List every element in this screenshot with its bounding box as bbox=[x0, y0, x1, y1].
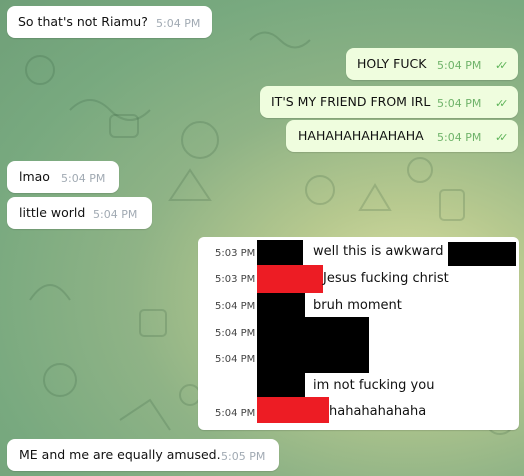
redaction-box bbox=[257, 240, 303, 266]
message-time: 5:04 PM bbox=[437, 58, 482, 72]
message-time: 5:05 PM bbox=[221, 449, 266, 463]
message-time: 5:04 PM bbox=[93, 207, 138, 221]
line-time: 5:03 PM bbox=[215, 274, 256, 285]
line-text: hahahahahaha bbox=[329, 404, 427, 419]
double-check-icon: ✓✓ bbox=[495, 130, 509, 144]
double-check-icon: ✓✓ bbox=[495, 96, 509, 110]
line-time: 5:04 PM bbox=[215, 301, 256, 312]
message-bubble-incoming[interactable]: lmao 5:04 PM bbox=[7, 161, 119, 193]
redaction-box bbox=[448, 242, 516, 266]
embedded-screenshot-image[interactable]: 5:03 PM 5:03 PM 5:04 PM 5:04 PM 5:04 PM … bbox=[198, 237, 519, 430]
redaction-box bbox=[257, 397, 329, 423]
line-text: Jesus fucking christ bbox=[323, 271, 449, 286]
line-text: im not fucking you bbox=[313, 378, 435, 393]
message-text: So that's not Riamu? bbox=[18, 14, 148, 30]
double-check-icon: ✓✓ bbox=[495, 58, 509, 72]
message-bubble-incoming[interactable]: ME and me are equally amused. 5:05 PM bbox=[7, 439, 279, 471]
message-text: IT'S MY FRIEND FROM IRL bbox=[271, 94, 431, 110]
message-bubble-incoming[interactable]: little world 5:04 PM bbox=[7, 197, 152, 229]
line-time: 5:04 PM bbox=[215, 408, 256, 419]
message-bubble-outgoing[interactable]: HAHAHAHAHAHAHA 5:04 PM ✓✓ bbox=[286, 120, 518, 152]
message-bubble-incoming[interactable]: So that's not Riamu? 5:04 PM bbox=[7, 6, 212, 38]
message-text: HOLY FUCK bbox=[357, 56, 427, 72]
line-text: bruh moment bbox=[313, 298, 402, 313]
message-bubble-outgoing[interactable]: IT'S MY FRIEND FROM IRL 5:04 PM ✓✓ bbox=[260, 86, 518, 118]
redaction-box bbox=[257, 293, 305, 317]
line-time: 5:03 PM bbox=[215, 248, 256, 259]
message-text: little world bbox=[19, 205, 86, 221]
line-text: well this is awkward bbox=[313, 244, 444, 259]
line-time: 5:04 PM bbox=[215, 328, 256, 339]
redaction-box bbox=[257, 265, 323, 293]
message-bubble-outgoing[interactable]: HOLY FUCK 5:04 PM ✓✓ bbox=[346, 48, 518, 80]
line-time: 5:04 PM bbox=[215, 354, 256, 365]
message-text: ME and me are equally amused. bbox=[19, 447, 221, 463]
message-time: 5:04 PM bbox=[156, 16, 201, 30]
message-time: 5:04 PM bbox=[437, 130, 482, 144]
message-text: HAHAHAHAHAHAHA bbox=[298, 128, 424, 144]
message-time: 5:04 PM bbox=[61, 171, 106, 185]
message-text: lmao bbox=[19, 169, 50, 185]
redaction-box bbox=[257, 373, 305, 397]
message-time: 5:04 PM bbox=[437, 96, 482, 110]
redaction-box bbox=[257, 317, 369, 373]
